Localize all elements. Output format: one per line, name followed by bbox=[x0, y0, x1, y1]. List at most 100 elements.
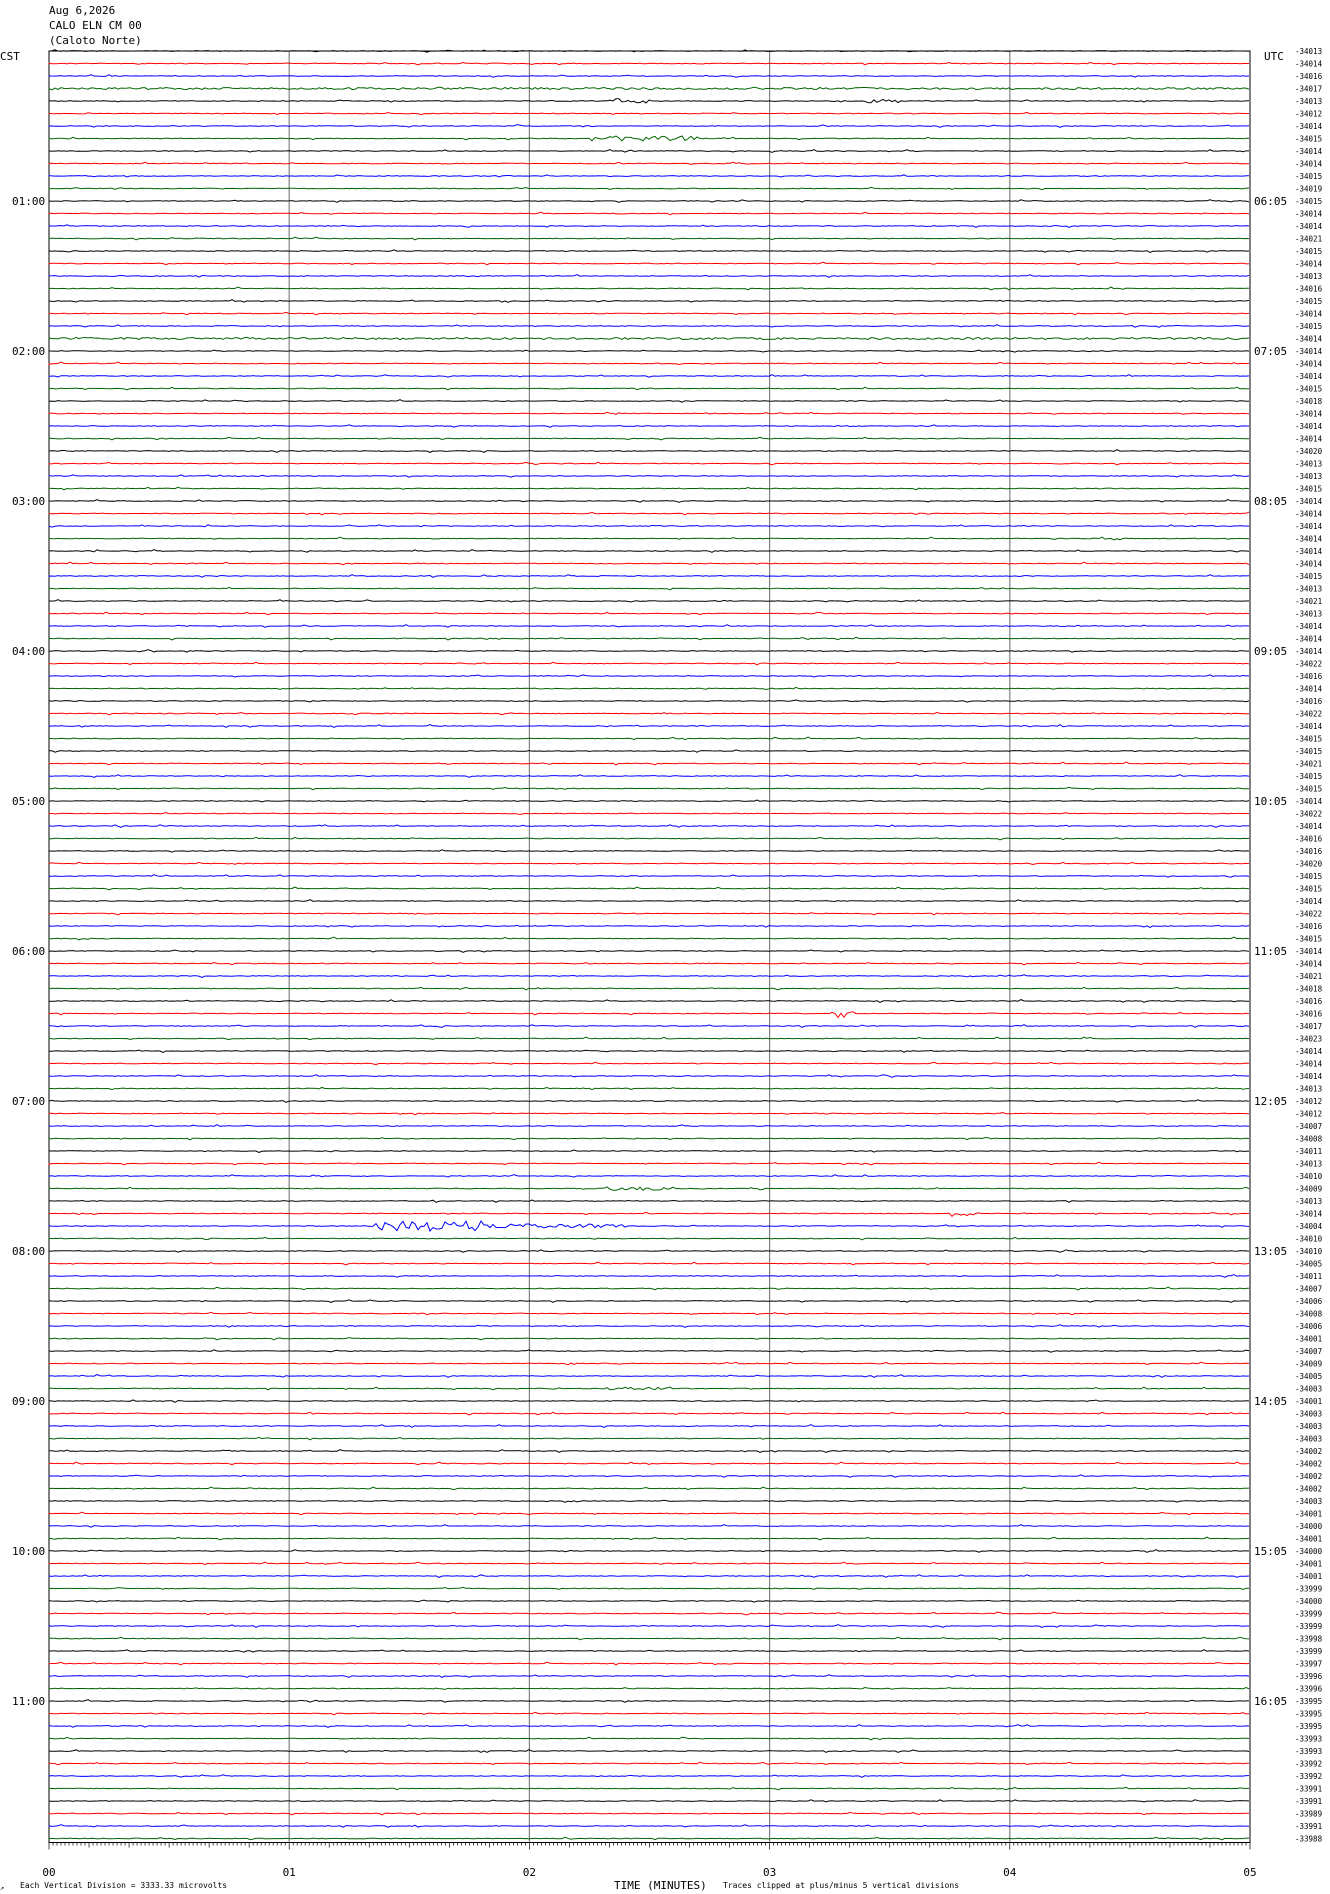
row-offset-label: -34015 bbox=[1295, 297, 1322, 306]
trace-row bbox=[48, 1811, 1250, 1816]
row-offset-label: -34000 bbox=[1295, 1547, 1323, 1556]
trace-row bbox=[48, 1161, 1250, 1166]
trace-row bbox=[48, 98, 1250, 104]
trace-row bbox=[48, 1211, 1250, 1218]
trace-row bbox=[48, 924, 1250, 928]
row-offset-label: -33999 bbox=[1295, 1610, 1322, 1619]
row-offset-label: -34007 bbox=[1295, 1347, 1322, 1356]
trace-row bbox=[48, 999, 1250, 1003]
trace-row bbox=[48, 636, 1250, 641]
trace-row bbox=[48, 1449, 1250, 1453]
row-offset-label: -34000 bbox=[1295, 1597, 1323, 1606]
trace-row bbox=[48, 199, 1250, 203]
trace-row bbox=[48, 824, 1250, 828]
trace-row bbox=[48, 674, 1250, 678]
trace-row bbox=[48, 61, 1250, 66]
row-offset-label: -33995 bbox=[1295, 1697, 1322, 1706]
row-offset-label: -34018 bbox=[1295, 397, 1323, 406]
row-offset-label: -34014 bbox=[1295, 210, 1323, 219]
trace-row bbox=[48, 1586, 1250, 1591]
row-offset-label: -34014 bbox=[1295, 122, 1323, 131]
row-offset-label: -34014 bbox=[1295, 535, 1323, 544]
trace-row bbox=[48, 111, 1250, 116]
trace-row bbox=[48, 135, 1250, 142]
row-offset-label: -34014 bbox=[1295, 635, 1323, 644]
trace-row bbox=[48, 749, 1250, 753]
trace-row bbox=[48, 1274, 1250, 1278]
row-offset-label: -34014 bbox=[1295, 647, 1323, 656]
row-offset-label: -34015 bbox=[1295, 197, 1322, 206]
row-offset-label: -34022 bbox=[1295, 710, 1322, 719]
row-offset-label: -34015 bbox=[1295, 572, 1322, 581]
row-offset-label: -34013 bbox=[1295, 610, 1322, 619]
row-offset-label: -33992 bbox=[1295, 1772, 1322, 1781]
row-offset-label: -34014 bbox=[1295, 722, 1323, 731]
trace-row bbox=[48, 1699, 1250, 1703]
trace-row bbox=[48, 436, 1250, 441]
left-timezone: CST bbox=[0, 50, 20, 63]
row-offset-label: -34010 bbox=[1295, 1235, 1323, 1244]
trace-row bbox=[48, 1220, 1250, 1232]
trace-row bbox=[48, 886, 1250, 891]
minute-grid bbox=[48, 50, 1251, 1843]
trace-row bbox=[48, 736, 1250, 741]
trace-row bbox=[48, 1074, 1250, 1078]
row-offset-label: -34014 bbox=[1295, 1047, 1323, 1056]
trace-row bbox=[48, 1549, 1250, 1553]
chart-date: Aug 6,2026 bbox=[49, 4, 115, 17]
row-offset-label: -34012 bbox=[1295, 110, 1322, 119]
trace-row bbox=[48, 1299, 1250, 1303]
row-offset-label: -34014 bbox=[1295, 497, 1323, 506]
row-offset-label: -33991 bbox=[1295, 1797, 1322, 1806]
row-offset-label: -34020 bbox=[1295, 447, 1323, 456]
row-offset-label: -34007 bbox=[1295, 1122, 1322, 1131]
x-axis-label: TIME (MINUTES) bbox=[614, 1879, 707, 1892]
helicorder-chart: Aug 6,2026 CALO ELN CM 00 (Caloto Norte)… bbox=[0, 4, 1323, 1892]
trace-row bbox=[48, 1137, 1250, 1141]
row-offset-label: -34009 bbox=[1295, 1185, 1322, 1194]
row-offset-label: -34013 bbox=[1295, 97, 1322, 106]
trace-row bbox=[48, 224, 1250, 228]
trace-row bbox=[48, 486, 1250, 491]
row-offset-label: -34016 bbox=[1295, 697, 1323, 706]
trace-row bbox=[48, 786, 1250, 791]
row-offset-label: -34015 bbox=[1295, 735, 1322, 744]
row-offset-label: -34006 bbox=[1295, 1297, 1323, 1306]
trace-row bbox=[48, 1361, 1250, 1366]
row-offset-label: -34021 bbox=[1295, 972, 1322, 981]
row-offset-label: -34012 bbox=[1295, 1097, 1322, 1106]
right-hour-labels: 06:05 07:05 08:05 09:05 10:05 11:05 12:05 13:05… bbox=[1254, 195, 1287, 1708]
trace-row bbox=[48, 986, 1250, 991]
trace-row bbox=[48, 1374, 1250, 1378]
row-offset-label: -34008 bbox=[1295, 1135, 1323, 1144]
left-hour-label: 08:00 bbox=[12, 1245, 45, 1258]
trace-row bbox=[48, 1311, 1250, 1316]
row-offset-label: -34014 bbox=[1295, 260, 1323, 269]
row-offset-label: -33999 bbox=[1295, 1647, 1322, 1656]
right-hour-label: 09:05 bbox=[1254, 645, 1287, 658]
row-offset-label: -34001 bbox=[1295, 1560, 1322, 1569]
trace-row bbox=[48, 499, 1250, 503]
row-offset-label: -34003 bbox=[1295, 1385, 1322, 1394]
trace-row bbox=[48, 686, 1250, 691]
row-offset-label: -34015 bbox=[1295, 785, 1322, 794]
row-offset-label: -34015 bbox=[1295, 772, 1322, 781]
trace-row bbox=[48, 1536, 1250, 1541]
trace-row bbox=[48, 1749, 1250, 1753]
row-offset-label: -34013 bbox=[1295, 472, 1322, 481]
trace-row bbox=[48, 1624, 1250, 1628]
row-offset-label: -34003 bbox=[1295, 1435, 1322, 1444]
row-offset-label: -34013 bbox=[1295, 47, 1322, 56]
left-hour-label: 10:00 bbox=[12, 1545, 45, 1558]
row-offset-label: -34002 bbox=[1295, 1472, 1322, 1481]
row-offset-label: -34014 bbox=[1295, 335, 1323, 344]
row-offset-label: -34022 bbox=[1295, 660, 1322, 669]
trace-row bbox=[48, 349, 1250, 353]
row-offset-label: -34014 bbox=[1295, 1060, 1323, 1069]
row-offset-label: -34006 bbox=[1295, 1322, 1323, 1331]
row-offset-label: -34015 bbox=[1295, 247, 1322, 256]
trace-row bbox=[48, 1324, 1250, 1328]
trace-row bbox=[48, 1674, 1250, 1678]
row-offset-label: -34016 bbox=[1295, 922, 1323, 931]
trace-row bbox=[48, 574, 1250, 578]
